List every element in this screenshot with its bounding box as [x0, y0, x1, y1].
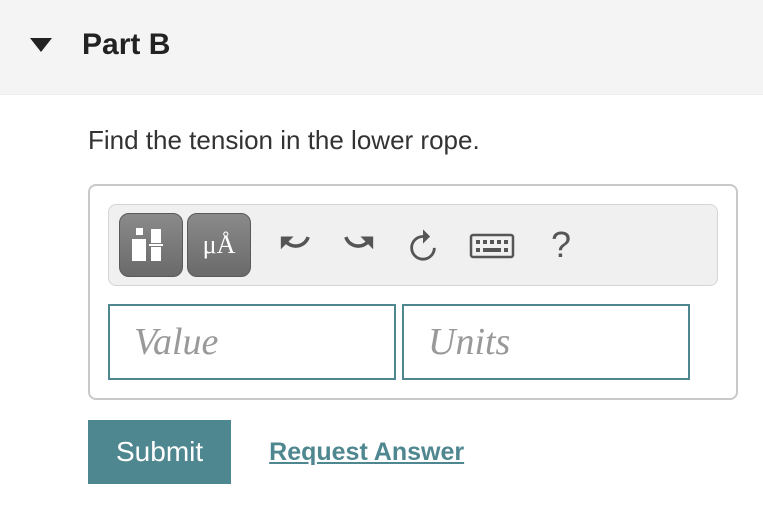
actions-row: Submit Request Answer — [88, 420, 738, 484]
collapse-toggle-icon[interactable] — [30, 38, 52, 52]
part-title: Part B — [82, 28, 170, 62]
redo-button[interactable] — [329, 213, 389, 277]
fraction-template-icon — [129, 225, 173, 265]
keyboard-icon — [469, 229, 515, 261]
equation-toolbar: μÅ — [108, 204, 718, 286]
value-input[interactable] — [108, 304, 396, 380]
special-characters-button[interactable]: μÅ — [187, 213, 251, 277]
reset-icon — [406, 228, 440, 262]
undo-button[interactable] — [265, 213, 325, 277]
keyboard-button[interactable] — [457, 213, 527, 277]
units-input[interactable] — [402, 304, 690, 380]
inputs-row — [108, 304, 718, 380]
request-answer-link[interactable]: Request Answer — [269, 438, 464, 467]
help-icon: ? — [551, 224, 571, 266]
content-area: Find the tension in the lower rope. μÅ — [0, 95, 763, 504]
submit-button[interactable]: Submit — [88, 420, 231, 484]
answer-box: μÅ — [88, 184, 738, 400]
redo-icon — [342, 228, 376, 262]
reset-button[interactable] — [393, 213, 453, 277]
part-header: Part B — [0, 0, 763, 95]
templates-button[interactable] — [119, 213, 183, 277]
help-button[interactable]: ? — [531, 213, 591, 277]
undo-icon — [278, 228, 312, 262]
question-text: Find the tension in the lower rope. — [88, 125, 738, 156]
